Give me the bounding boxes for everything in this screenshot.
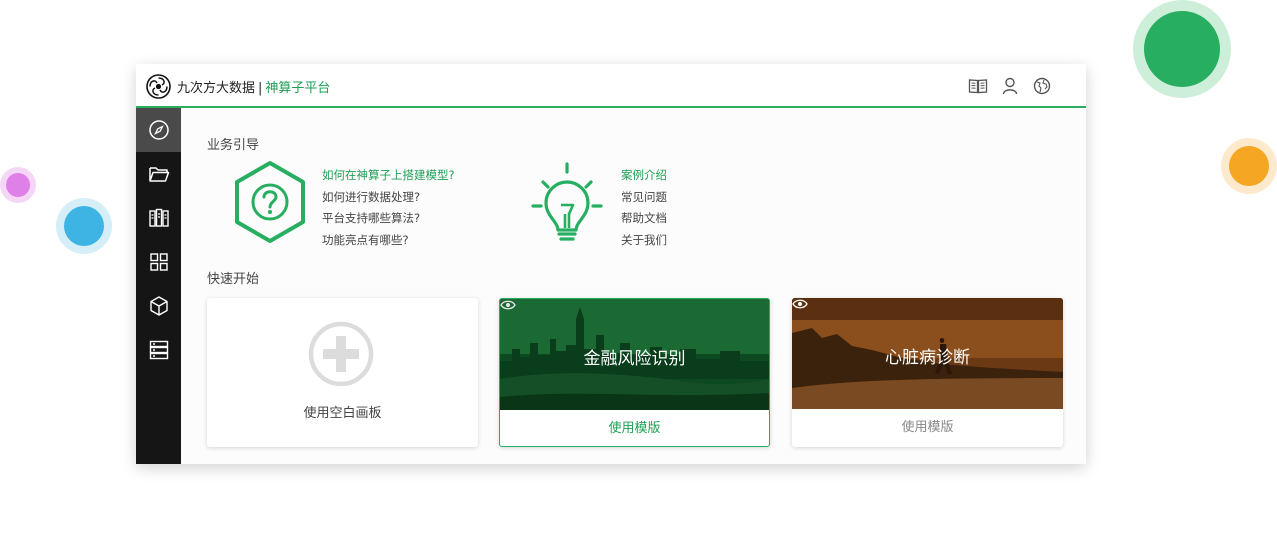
decor-circle-green-core: [1144, 11, 1220, 87]
folder-icon: [148, 167, 169, 182]
sidebar-item-apps[interactable]: [136, 240, 181, 284]
finance-city-image: 金融风险识别: [500, 299, 769, 410]
book-icon[interactable]: [968, 76, 988, 96]
preview-eye-icon[interactable]: [500, 299, 516, 311]
library-icon: [148, 208, 169, 227]
faq-link-highlights[interactable]: 功能亮点有哪些?: [322, 230, 455, 252]
top-bar: 九次方大数据 | 神算子平台: [136, 64, 1086, 108]
decor-circle-pink-core: [6, 173, 30, 197]
preview-eye-icon[interactable]: [792, 298, 808, 310]
sidebar: [136, 108, 181, 464]
sidebar-item-guide[interactable]: [136, 108, 181, 152]
template-card-finance[interactable]: 金融风险识别 使用模版: [499, 298, 770, 447]
blank-canvas-card[interactable]: 使用空白画板: [207, 298, 478, 447]
server-icon: [149, 340, 168, 360]
brand-separator: |: [258, 81, 263, 96]
sidebar-item-files[interactable]: [136, 152, 181, 196]
use-template-button-heart[interactable]: 使用模版: [792, 409, 1063, 447]
lightbulb-icon: [531, 162, 603, 241]
faq-links: 如何在神算子上搭建模型? 如何进行数据处理? 平台支持哪些算法? 功能亮点有哪些…: [322, 165, 455, 251]
info-link-about[interactable]: 关于我们: [621, 230, 667, 252]
blank-canvas-label: 使用空白画板: [303, 406, 382, 421]
compass-icon: [148, 120, 169, 140]
info-link-faq[interactable]: 常见问题: [621, 187, 667, 209]
stage: 九次方大数据 | 神算子平台 业务引导 如何在神算子上搭建模型? 如何进行数据处…: [0, 0, 1277, 534]
top-icons: [968, 76, 1052, 96]
app-window: 九次方大数据 | 神算子平台 业务引导 如何在神算子上搭建模型? 如何进行数据处…: [136, 64, 1086, 464]
logo-icon: [146, 74, 171, 99]
use-template-button-finance[interactable]: 使用模版: [500, 410, 769, 446]
info-link-cases[interactable]: 案例介绍: [621, 165, 667, 187]
guide-section-title: 业务引导: [207, 138, 260, 153]
template-title-heart: 心脏病诊断: [885, 348, 970, 368]
faq-link-algorithms[interactable]: 平台支持哪些算法?: [322, 208, 455, 230]
brand[interactable]: 九次方大数据 | 神算子平台: [177, 77, 330, 96]
sidebar-item-models[interactable]: [136, 284, 181, 328]
decor-circle-orange-core: [1229, 146, 1269, 186]
faq-link-build-model[interactable]: 如何在神算子上搭建模型?: [322, 165, 455, 187]
info-link-help-docs[interactable]: 帮助文档: [621, 208, 667, 230]
info-links: 案例介绍 常见问题 帮助文档 关于我们: [621, 165, 667, 251]
sidebar-item-library[interactable]: [136, 196, 181, 240]
cube-icon: [149, 296, 168, 316]
grid-icon: [149, 253, 168, 271]
platform-name: 神算子平台: [265, 81, 331, 96]
decor-circle-blue-core: [64, 206, 104, 246]
brand-name: 九次方大数据: [177, 81, 256, 96]
globe-icon[interactable]: [1032, 76, 1052, 96]
add-icon: [308, 321, 374, 387]
help-hexagon-icon: [235, 161, 305, 243]
user-icon[interactable]: [1000, 76, 1020, 96]
faq-link-data-processing[interactable]: 如何进行数据处理?: [322, 187, 455, 209]
template-title-finance: 金融风险识别: [583, 349, 686, 369]
template-card-heart[interactable]: 心脏病诊断 使用模版: [792, 298, 1063, 447]
main-content: 业务引导 如何在神算子上搭建模型? 如何进行数据处理? 平台支持哪些算法? 功能…: [181, 108, 1086, 464]
sidebar-item-data[interactable]: [136, 328, 181, 372]
quick-start-section-title: 快速开始: [207, 272, 260, 287]
runner-sunset-image: 心脏病诊断: [792, 298, 1063, 409]
